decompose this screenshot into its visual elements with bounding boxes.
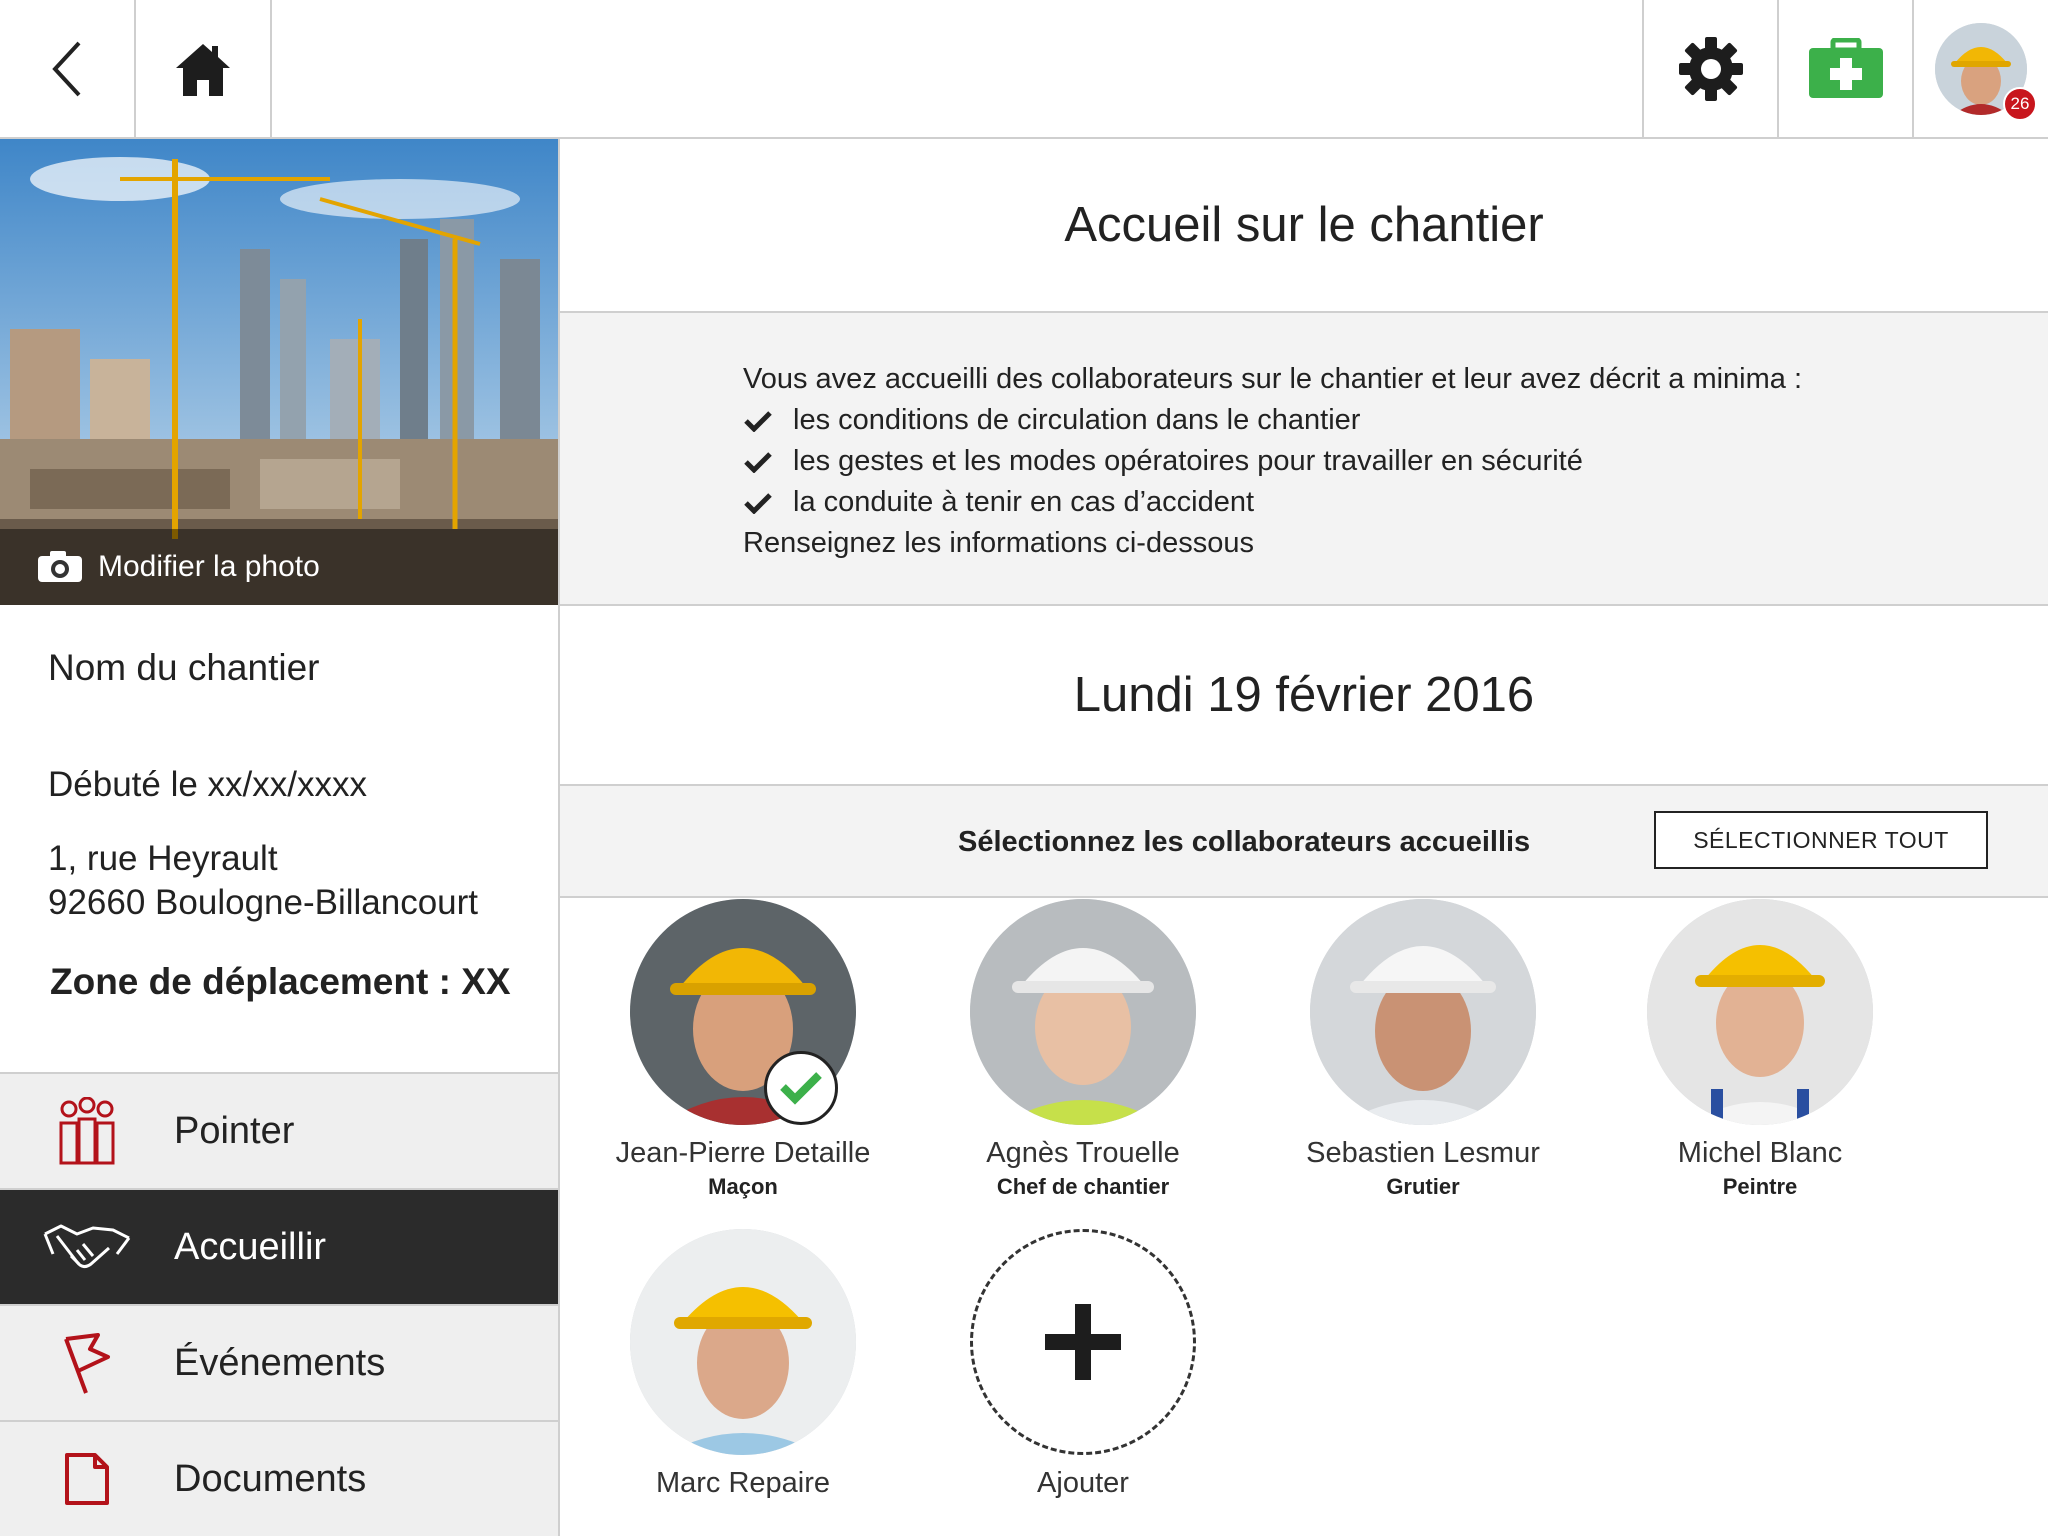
nav-item-evenements[interactable]: Événements [0, 1304, 558, 1420]
notice-item: les conditions de circulation dans le ch… [743, 400, 2048, 441]
worker-grid: Jean-Pierre Detaille Maçon Agnès Trouell… [560, 899, 2048, 1536]
worker-role: Grutier [1386, 1174, 1460, 1199]
profile-button[interactable]: 26 [1912, 0, 2048, 137]
worker-card[interactable]: Sebastien Lesmur Grutier [1273, 899, 1573, 1200]
notification-badge: 26 [2003, 86, 2037, 121]
plus-icon [1045, 1304, 1121, 1380]
notice-intro: Vous avez accueilli des collaborateurs s… [743, 363, 1803, 395]
current-date: Lundi 19 février 2016 [1073, 668, 1535, 722]
site-start-date: Débuté le xx/xx/xxxx [48, 765, 367, 804]
worker-name: Marc Repaire [655, 1467, 831, 1499]
worker-card[interactable]: Marc Repaire [593, 1229, 893, 1500]
worker-photo [630, 1229, 856, 1455]
handshake-icon [43, 1224, 131, 1269]
travel-zone: Zone de déplacement : XX [50, 961, 511, 1002]
home-button[interactable] [136, 0, 272, 137]
gear-icon [1679, 36, 1743, 101]
add-circle [970, 1229, 1196, 1455]
checkmark-icon [743, 492, 793, 514]
worker-card[interactable]: Agnès Trouelle Chef de chantier [933, 899, 1233, 1200]
nav-item-documents[interactable]: Documents [0, 1420, 558, 1536]
date-bar: Lundi 19 février 2016 [560, 606, 2048, 786]
document-icon [65, 1453, 109, 1505]
worker-card[interactable]: Jean-Pierre Detaille Maçon [593, 899, 893, 1200]
notice-item-text: les conditions de circulation dans le ch… [793, 404, 1361, 436]
edit-photo-button[interactable]: Modifier la photo [0, 529, 558, 605]
site-address-line2: 92660 Boulogne-Billancourt [48, 883, 479, 922]
top-bar: 26 [0, 0, 2048, 139]
camera-icon [38, 551, 82, 582]
add-worker-label: Ajouter [1037, 1467, 1129, 1499]
first-aid-button[interactable] [1777, 0, 1913, 137]
first-aid-kit-icon [1809, 37, 1883, 98]
edit-photo-label: Modifier la photo [98, 550, 320, 583]
site-name: Nom du chantier [48, 647, 320, 688]
flag-icon [64, 1333, 110, 1394]
select-all-button[interactable]: SÉLECTIONNER TOUT [1654, 811, 1988, 869]
site-info: Nom du chantier Débuté le xx/xx/xxxx 1, … [0, 605, 558, 1072]
main-content: Accueil sur le chantier Vous avez accuei… [560, 139, 2048, 1536]
add-worker-button[interactable]: Ajouter [933, 1229, 1233, 1500]
worker-name: Jean-Pierre Detaille [615, 1137, 871, 1169]
worker-name: Sebastien Lesmur [1306, 1137, 1540, 1169]
side-nav: Pointer Accueillir Événements Documents [0, 1072, 558, 1536]
settings-button[interactable] [1642, 0, 1778, 137]
avatar: 26 [1935, 22, 2037, 121]
site-panel: Modifier la photo Nom du chantier Débuté… [0, 139, 560, 1536]
worker-name: Agnès Trouelle [986, 1137, 1180, 1169]
worker-photo [970, 899, 1196, 1125]
team-clock-icon [59, 1097, 115, 1165]
home-icon [176, 43, 230, 96]
notice-item-text: la conduite à tenir en cas d’accident [793, 486, 1255, 518]
page-title: Accueil sur le chantier [1064, 198, 1544, 252]
selection-label: Sélectionnez les collaborateurs accueill… [958, 826, 1531, 858]
site-photo: Modifier la photo [0, 139, 558, 605]
worker-name: Michel Blanc [1677, 1137, 1843, 1169]
nav-item-pointer[interactable]: Pointer [0, 1072, 558, 1188]
notice-item-text: les gestes et les modes opératoires pour… [793, 445, 1583, 477]
nav-item-accueillir[interactable]: Accueillir [0, 1188, 558, 1304]
checkmark-icon [743, 451, 793, 473]
nav-label-documents: Documents [174, 1457, 367, 1500]
checkmark-icon [743, 410, 793, 432]
selected-check-icon [764, 1051, 838, 1125]
notice-box: Vous avez accueilli des collaborateurs s… [560, 313, 2048, 606]
worker-card[interactable]: Michel Blanc Peintre [1610, 899, 1910, 1200]
notice-outro: Renseignez les informations ci-dessous [743, 527, 1254, 559]
worker-photo [1647, 899, 1873, 1125]
nav-label-evenements: Événements [174, 1341, 386, 1384]
notice-item: les gestes et les modes opératoires pour… [743, 441, 2048, 482]
nav-label-pointer: Pointer [174, 1109, 295, 1152]
chevron-left-icon [52, 41, 81, 96]
site-address-line1: 1, rue Heyrault [48, 839, 278, 878]
selection-bar: Sélectionnez les collaborateurs accueill… [560, 786, 2048, 898]
back-button[interactable] [0, 0, 136, 137]
title-bar: Accueil sur le chantier [560, 139, 2048, 313]
worker-role: Chef de chantier [996, 1174, 1170, 1199]
worker-role: Maçon [708, 1174, 778, 1199]
worker-photo [1310, 899, 1536, 1125]
notice-item: la conduite à tenir en cas d’accident [743, 482, 2048, 523]
worker-role: Peintre [1722, 1174, 1798, 1199]
nav-label-accueillir: Accueillir [174, 1225, 327, 1268]
